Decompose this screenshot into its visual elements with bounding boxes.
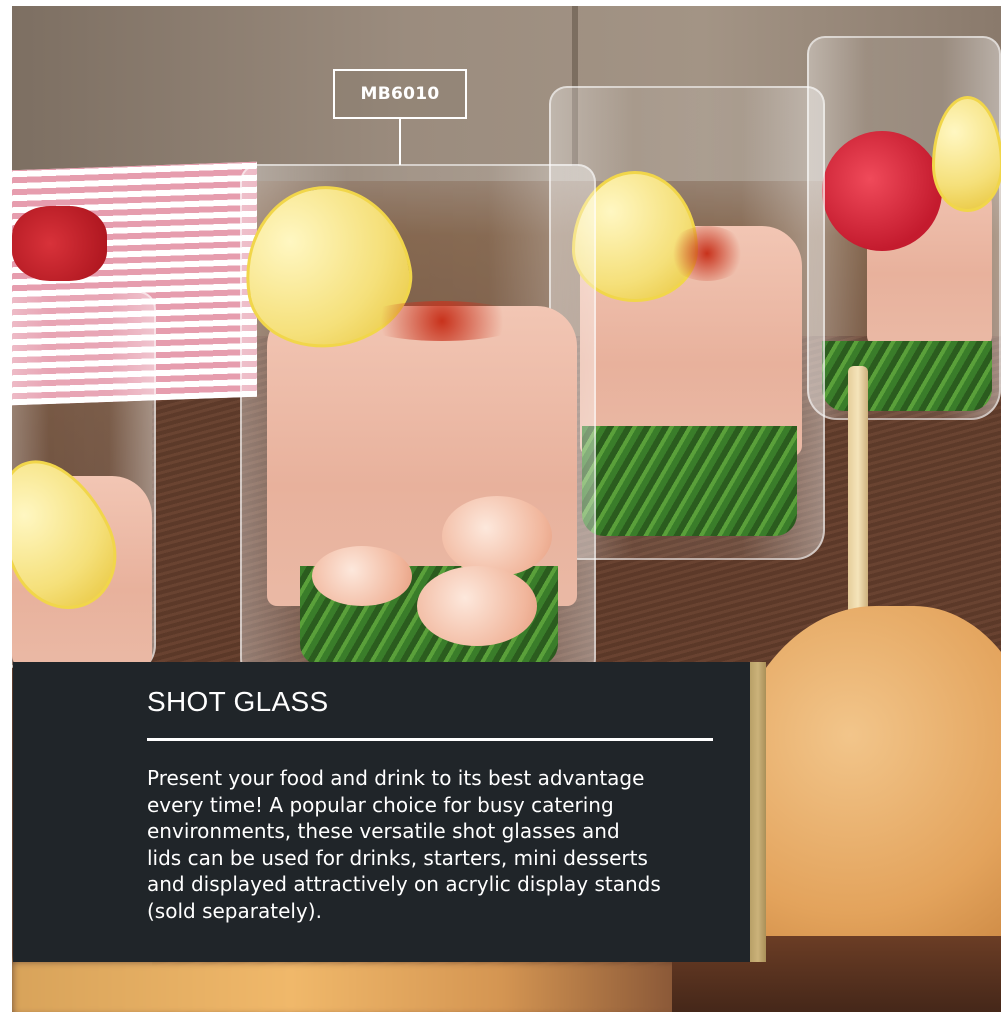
red-garnish [12, 206, 107, 281]
lettuce-layer-middle [582, 426, 797, 536]
panel-accent-bar [750, 662, 766, 962]
prawn [417, 566, 537, 646]
description-line: and displayed attractively on acrylic di… [147, 872, 661, 896]
prawn [442, 496, 552, 576]
page: MB6010 SHOT GLASS Present your food and … [0, 0, 1001, 1012]
product-code-pointer [399, 119, 401, 165]
description-line: (sold separately). [147, 898, 322, 923]
paprika-front [357, 301, 527, 341]
paprika-middle [667, 226, 747, 281]
prawn [312, 546, 412, 606]
description-line: lids can be used for drinks, starters, m… [147, 845, 648, 870]
cherry-tomato [822, 131, 942, 251]
product-code: MB6010 [360, 84, 440, 104]
title-divider [147, 738, 713, 741]
product-description: Present your food and drink to its best … [147, 765, 722, 924]
description-line: Present your food and drink to its best … [147, 766, 645, 790]
product-title: SHOT GLASS [147, 686, 329, 717]
product-code-label: MB6010 [333, 69, 467, 119]
description-line: every time! A popular choice for busy ca… [147, 792, 614, 817]
description-line: environments, these versatile shot glass… [147, 819, 620, 843]
blurred-foreground-food [12, 961, 712, 1012]
